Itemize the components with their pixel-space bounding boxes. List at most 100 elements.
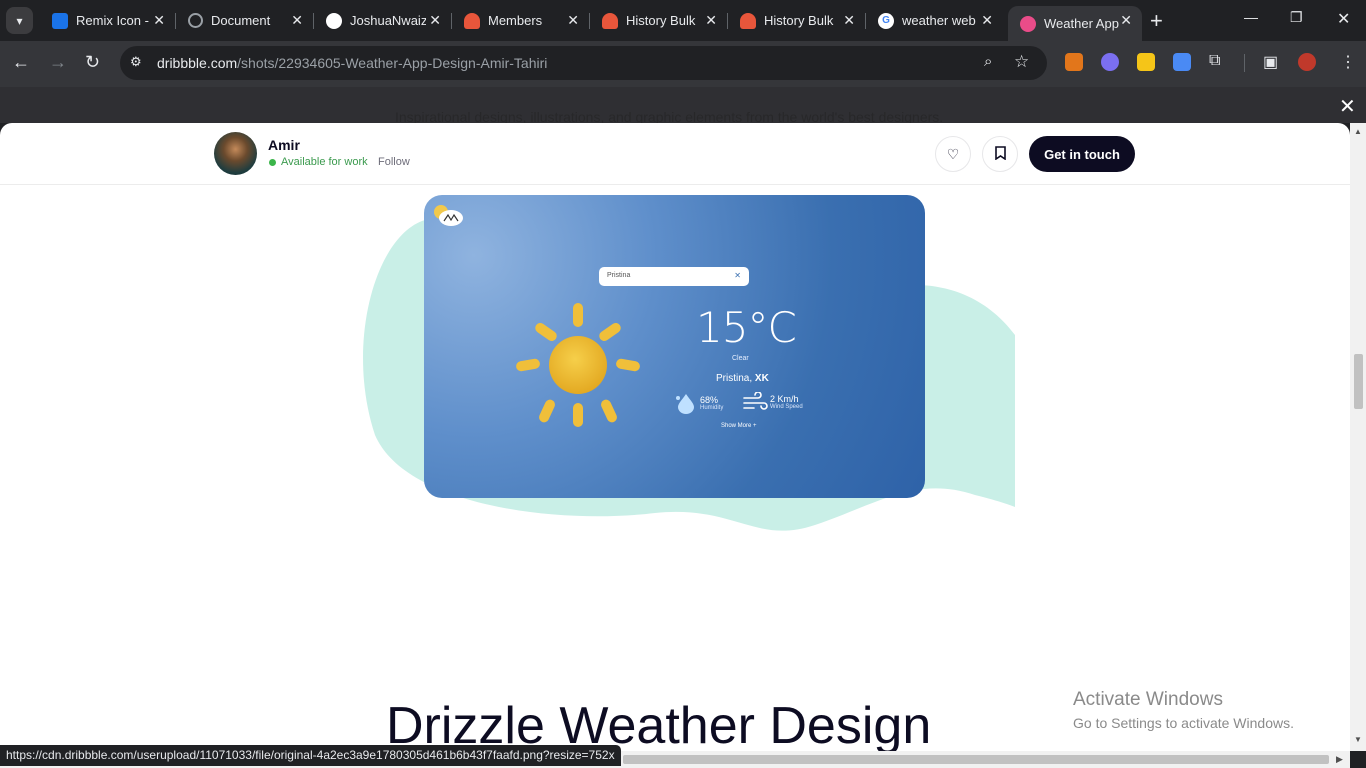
status-dot-icon [269, 158, 276, 166]
tab-google-search[interactable]: G weather web ✕ [866, 6, 1003, 35]
close-icon: ✕ [1339, 96, 1356, 118]
status-bar-url: https://cdn.dribbble.com/userupload/1107… [0, 745, 621, 766]
tab-title: History Bulk [626, 13, 696, 28]
search-value: Pristina [607, 272, 631, 279]
browser-toolbar: ← → ↻ ⚙ dribbble.com/shots/22934605-Weat… [0, 41, 1366, 87]
tab-title: History Bulk [764, 13, 834, 28]
scroll-right-icon[interactable]: ▶ [1336, 754, 1343, 765]
bookmark-icon [994, 145, 1006, 163]
tab-title: Document [211, 13, 271, 28]
tab-history-bulk-2[interactable]: History Bulk ✕ [728, 6, 865, 35]
wind-icon [743, 392, 768, 410]
app-favicon-icon [464, 12, 480, 29]
reload-icon: ↻ [85, 52, 101, 72]
minimize-button[interactable]: — [1244, 9, 1258, 25]
location-label: Pristina, XK [716, 373, 769, 384]
scroll-thumb[interactable] [623, 755, 1329, 764]
site-settings-icon[interactable]: ⚙ [130, 54, 142, 70]
close-tab-icon[interactable]: ✕ [1120, 12, 1132, 29]
app-favicon-icon [740, 12, 756, 29]
close-tab-icon[interactable]: ✕ [567, 12, 579, 29]
url-text[interactable]: dribbble.com/shots/22934605-Weather-App-… [157, 55, 547, 71]
humidity-label: Humidity [700, 404, 724, 411]
close-tab-icon[interactable]: ✕ [843, 12, 855, 29]
temperature-value: 15°C [696, 303, 797, 352]
activate-title: Activate Windows [1073, 689, 1223, 710]
url-path: /shots/22934605-Weather-App-Design-Amir-… [237, 55, 548, 71]
availability-status: Available for work [269, 156, 368, 168]
humidity-stat: 68% Humidity [674, 392, 723, 414]
city-name: Pristina, [716, 373, 753, 384]
close-tab-icon[interactable]: ✕ [705, 12, 717, 29]
plus-icon: + [1150, 8, 1163, 33]
weather-app-card: Pristina ✕ 15°C Clear Pristina, XK 68% H… [424, 195, 925, 498]
bookmark-star-icon[interactable]: ☆ [1014, 52, 1029, 72]
sun-icon [516, 303, 640, 427]
close-shot-button[interactable]: ✕ [1339, 94, 1356, 119]
tab-history-bulk-1[interactable]: History Bulk ✕ [590, 6, 727, 35]
close-tab-icon[interactable]: ✕ [981, 12, 993, 29]
arrow-right-icon: → [49, 52, 67, 72]
shot-modal: Amir Available for work Follow ♡ Get in … [0, 123, 1350, 751]
close-tab-icon[interactable]: ✕ [291, 12, 303, 29]
heart-icon: ♡ [946, 145, 960, 162]
side-panel-icon[interactable]: ▣ [1263, 52, 1278, 72]
address-bar[interactable]: ⚙ dribbble.com/shots/22934605-Weather-Ap… [120, 46, 1047, 80]
author-name[interactable]: Amir [268, 137, 300, 153]
app-favicon-icon [602, 12, 618, 29]
scroll-down-icon[interactable]: ▼ [1354, 735, 1362, 744]
extension-icon[interactable] [1101, 53, 1119, 71]
scroll-thumb[interactable] [1354, 354, 1363, 409]
zoom-icon[interactable]: ⌕ [984, 53, 992, 70]
metamask-extension-icon[interactable] [1065, 53, 1083, 71]
scroll-up-icon[interactable]: ▲ [1354, 127, 1362, 136]
activate-subtitle: Go to Settings to activate Windows. [1073, 715, 1294, 731]
tab-document[interactable]: Document ✕ [176, 6, 313, 35]
tab-title: weather web [902, 13, 976, 28]
shot-title: Drizzle Weather Design [386, 697, 932, 751]
tab-members[interactable]: Members ✕ [452, 6, 589, 35]
globe-icon [188, 13, 203, 28]
show-more-button[interactable]: Show More + [721, 423, 757, 429]
tab-github[interactable]: JoshuaNwaiz ✕ [314, 6, 451, 35]
tab-title: Remix Icon - [76, 13, 149, 28]
avatar[interactable] [214, 132, 257, 175]
restore-icon: ❐ [1290, 9, 1303, 25]
like-button[interactable]: ♡ [935, 136, 971, 172]
new-tab-button[interactable]: + [1150, 8, 1163, 34]
reload-button[interactable]: ↻ [85, 52, 100, 73]
restore-button[interactable]: ❐ [1290, 9, 1303, 26]
close-window-button[interactable]: ✕ [1337, 9, 1350, 29]
tab-search-button[interactable]: ▾ [6, 7, 33, 34]
save-button[interactable] [982, 136, 1018, 172]
city-search-input[interactable]: Pristina ✕ [599, 267, 749, 286]
vertical-scrollbar[interactable]: ▲ ▼ [1350, 123, 1366, 751]
github-icon [326, 12, 342, 29]
windows-activation-watermark: Activate Windows Go to Settings to activ… [1073, 689, 1294, 731]
extension-icon[interactable] [1137, 53, 1155, 71]
shot-header: Amir Available for work Follow ♡ Get in … [0, 123, 1350, 185]
tab-title: JoshuaNwaiz [350, 13, 426, 28]
extensions-puzzle-icon[interactable]: ⧉ [1209, 52, 1220, 70]
close-tab-icon[interactable]: ✕ [429, 12, 441, 29]
follow-button[interactable]: Follow [378, 156, 410, 168]
tab-weather-app[interactable]: Weather App ✕ [1008, 6, 1142, 41]
condition-label: Clear [732, 355, 749, 362]
wind-stat: 2 Km/h Wind Speed [742, 392, 803, 412]
profile-avatar-icon[interactable] [1298, 53, 1316, 71]
google-icon: G [878, 12, 894, 29]
humidity-drop-icon [676, 394, 694, 414]
back-button[interactable]: ← [12, 52, 30, 73]
weather-logo-icon [434, 205, 463, 226]
clear-icon[interactable]: ✕ [734, 271, 741, 280]
close-icon: ✕ [1337, 11, 1351, 28]
background-page: Inspirational designs, illustrations, an… [0, 87, 1366, 123]
menu-kebab-icon[interactable]: ⋮ [1340, 52, 1356, 72]
forward-button[interactable]: → [49, 52, 67, 73]
get-in-touch-button[interactable]: Get in touch [1029, 136, 1135, 172]
country-code: XK [754, 373, 769, 384]
extension-icon[interactable] [1173, 53, 1191, 71]
arrow-left-icon: ← [12, 52, 30, 72]
tab-remix-icon[interactable]: Remix Icon - ✕ [40, 6, 175, 35]
close-tab-icon[interactable]: ✕ [153, 12, 165, 29]
